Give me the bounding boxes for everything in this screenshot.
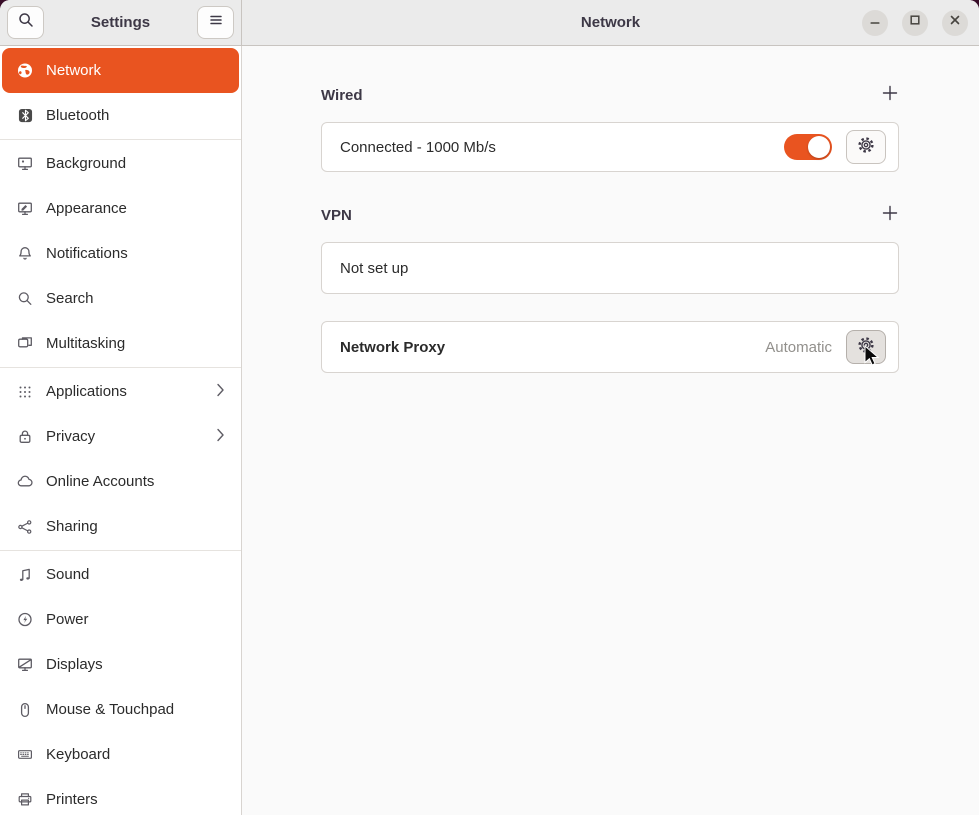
sidebar-item-label: Search: [46, 290, 94, 307]
sidebar-item-network[interactable]: Network: [2, 48, 239, 93]
sidebar-item-label: Power: [46, 611, 89, 628]
close-icon: [948, 13, 962, 32]
search-icon: [18, 12, 34, 33]
globe-icon: [17, 63, 33, 79]
sidebar-separator: [0, 367, 241, 368]
sidebar-item-label: Background: [46, 155, 126, 172]
proxy-mode-value: Automatic: [765, 339, 832, 356]
sidebar-separator: [0, 550, 241, 551]
sidebar-item-label: Sharing: [46, 518, 98, 535]
vpn-row[interactable]: Not set up: [321, 242, 899, 294]
chevron-right-icon: [216, 428, 225, 446]
sidebar-item-background[interactable]: Background: [2, 141, 239, 186]
sidebar-item-sharing[interactable]: Sharing: [2, 504, 239, 549]
sidebar-separator: [0, 139, 241, 140]
plus-icon: [882, 85, 898, 106]
toggle-knob: [808, 136, 830, 158]
bluetooth-icon: [17, 108, 33, 124]
sidebar-item-sound[interactable]: Sound: [2, 552, 239, 597]
lock-icon: [17, 429, 33, 445]
appearance-icon: [17, 201, 33, 217]
sidebar-item-multitasking[interactable]: Multitasking: [2, 321, 239, 366]
gear-icon: [856, 135, 876, 160]
sidebar-item-label: Sound: [46, 566, 89, 583]
app-grid-icon: [17, 384, 33, 400]
share-icon: [17, 519, 33, 535]
search-button[interactable]: [7, 6, 44, 39]
chevron-right-icon: [216, 383, 225, 401]
left-headerbar: Settings: [0, 0, 242, 46]
plus-icon: [882, 205, 898, 226]
add-vpn-button[interactable]: [875, 202, 905, 228]
network-proxy-row[interactable]: Network Proxy Automatic: [321, 321, 899, 373]
sidebar-item-label: Privacy: [46, 428, 95, 445]
sidebar-item-applications[interactable]: Applications: [2, 369, 239, 414]
sidebar-item-appearance[interactable]: Appearance: [2, 186, 239, 231]
sidebar-item-label: Appearance: [46, 200, 127, 217]
power-icon: [17, 612, 33, 628]
wired-section-header: Wired: [321, 84, 899, 106]
sidebar-item-keyboard[interactable]: Keyboard: [2, 732, 239, 777]
sidebar-item-printers[interactable]: Printers: [2, 777, 239, 815]
minimize-icon: [868, 13, 882, 32]
wired-settings-button[interactable]: [846, 130, 886, 164]
sidebar-item-label: Bluetooth: [46, 107, 109, 124]
magnifier-icon: [17, 291, 33, 307]
network-proxy-label: Network Proxy: [340, 339, 445, 356]
settings-window: Settings Network: [0, 0, 979, 815]
sidebar-item-label: Keyboard: [46, 746, 110, 763]
sidebar-item-label: Online Accounts: [46, 473, 154, 490]
cloud-icon: [17, 474, 33, 490]
sidebar-item-privacy[interactable]: Privacy: [2, 414, 239, 459]
sidebar-item-label: Multitasking: [46, 335, 125, 352]
sidebar-item-label: Notifications: [46, 245, 128, 262]
vpn-section-header: VPN: [321, 204, 899, 226]
sidebar-item-notifications[interactable]: Notifications: [2, 231, 239, 276]
bell-icon: [17, 246, 33, 262]
right-headerbar: Network: [242, 0, 979, 46]
window-controls: [862, 0, 968, 45]
menu-button[interactable]: [197, 6, 234, 39]
sidebar-item-label: Printers: [46, 791, 98, 808]
mouse-icon: [17, 702, 33, 718]
wired-status-label: Connected - 1000 Mb/s: [340, 139, 496, 156]
sidebar-item-label: Displays: [46, 656, 103, 673]
wired-section-title: Wired: [321, 87, 363, 104]
display-icon: [17, 657, 33, 673]
wired-toggle-switch[interactable]: [784, 134, 832, 160]
hamburger-icon: [208, 12, 224, 33]
sidebar: Network Bluetooth Background Appearance: [0, 46, 242, 815]
music-note-icon: [17, 567, 33, 583]
sidebar-item-power[interactable]: Power: [2, 597, 239, 642]
maximize-button[interactable]: [902, 10, 928, 36]
minimize-button[interactable]: [862, 10, 888, 36]
sidebar-item-search[interactable]: Search: [2, 276, 239, 321]
wired-connection-row[interactable]: Connected - 1000 Mb/s: [321, 122, 899, 172]
vpn-section-title: VPN: [321, 207, 352, 224]
windows-icon: [17, 336, 33, 352]
close-button[interactable]: [942, 10, 968, 36]
mouse-cursor: [864, 345, 881, 369]
network-panel: Wired Connected - 1000 Mb/s: [242, 46, 979, 815]
add-wired-connection-button[interactable]: [875, 82, 905, 108]
page-title: Network: [581, 14, 640, 31]
sidebar-item-label: Applications: [46, 383, 127, 400]
sidebar-item-displays[interactable]: Displays: [2, 642, 239, 687]
sidebar-item-label: Network: [46, 62, 101, 79]
maximize-icon: [908, 13, 922, 32]
sidebar-item-bluetooth[interactable]: Bluetooth: [2, 93, 239, 138]
sidebar-item-online-accounts[interactable]: Online Accounts: [2, 459, 239, 504]
background-icon: [17, 156, 33, 172]
vpn-status-label: Not set up: [340, 260, 408, 277]
sidebar-item-mouse-touchpad[interactable]: Mouse & Touchpad: [2, 687, 239, 732]
keyboard-icon: [17, 747, 33, 763]
sidebar-item-label: Mouse & Touchpad: [46, 701, 174, 718]
printer-icon: [17, 792, 33, 808]
